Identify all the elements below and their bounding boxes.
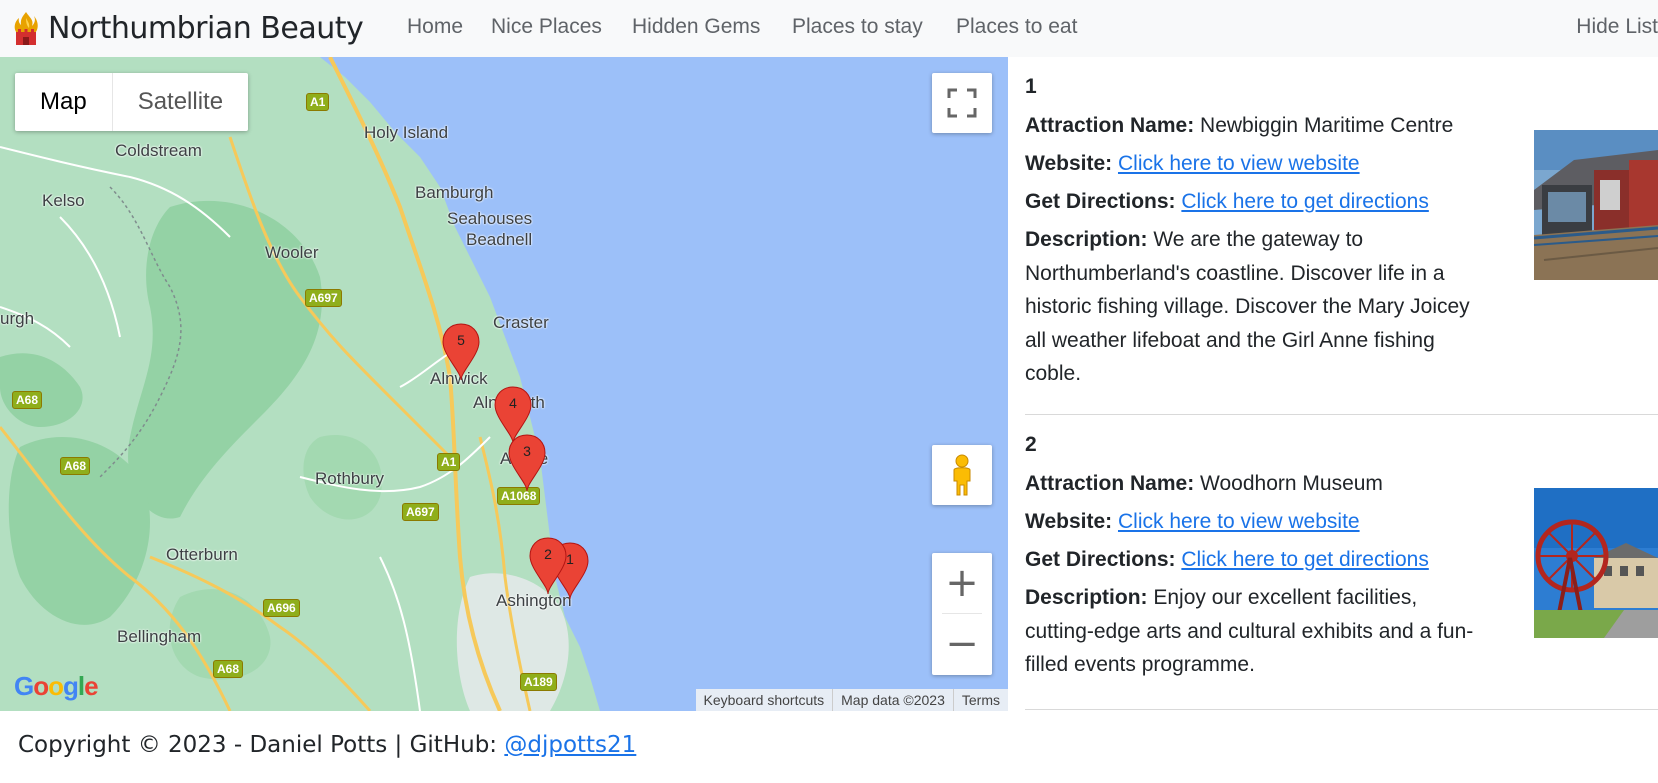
map-marker-2[interactable]: 2 bbox=[528, 536, 568, 596]
marker-label: 5 bbox=[457, 332, 465, 348]
map-label-otterburn: Otterburn bbox=[166, 545, 238, 564]
github-link[interactable]: @djpotts21 bbox=[504, 732, 636, 758]
map-label-rothbury: Rothbury bbox=[315, 469, 384, 488]
marker-label: 2 bbox=[544, 546, 552, 562]
hide-list-link[interactable]: Hide List bbox=[1576, 15, 1658, 39]
attraction-card: 1 Attraction Name: Newbiggin Maritime Ce… bbox=[1025, 75, 1658, 391]
website-label: Website: bbox=[1025, 510, 1113, 533]
map-label-seahouses: Seahouses bbox=[447, 209, 533, 228]
attraction-card: 2 Attraction Name: Woodhorn Museum Websi… bbox=[1025, 433, 1658, 682]
map[interactable]: Holy Island Coldstream Kelso Bamburgh Se… bbox=[0, 57, 1008, 711]
zoom-control: + − bbox=[932, 553, 992, 675]
website-link[interactable]: Click here to view website bbox=[1118, 510, 1360, 533]
fullscreen-button[interactable] bbox=[932, 73, 992, 133]
fullscreen-icon bbox=[947, 88, 977, 118]
castle-flame-logo-icon bbox=[14, 12, 38, 45]
map-label-craster: Craster bbox=[493, 313, 549, 332]
terms-link[interactable]: Terms bbox=[952, 689, 1008, 711]
road-shield-a696: A696 bbox=[263, 599, 300, 617]
marker-pin-icon bbox=[508, 434, 546, 492]
marker-pin-icon bbox=[442, 323, 480, 381]
road-shield-a189: A189 bbox=[520, 673, 557, 691]
attraction-name: Newbiggin Maritime Centre bbox=[1200, 114, 1454, 137]
marker-label: 3 bbox=[523, 443, 531, 459]
marker-pin-icon bbox=[529, 537, 567, 595]
description-label: Description: bbox=[1025, 228, 1148, 251]
description-text: We are the gateway to Northumberland's c… bbox=[1025, 228, 1470, 385]
road-shield-a68: A68 bbox=[12, 391, 43, 409]
attraction-photo bbox=[1534, 488, 1658, 638]
pegman-icon bbox=[953, 454, 971, 496]
road-shield-a697: A697 bbox=[305, 289, 342, 307]
attraction-number: 2 bbox=[1025, 433, 1037, 456]
map-label-bamburgh: Bamburgh bbox=[415, 183, 494, 202]
road-shield-a1: A1 bbox=[306, 93, 330, 111]
road-shield-a1-2: A1 bbox=[437, 453, 461, 471]
marker-label: 4 bbox=[509, 395, 517, 411]
nav-hidden-gems[interactable]: Hidden Gems bbox=[632, 15, 760, 39]
nav-home[interactable]: Home bbox=[407, 15, 463, 39]
road-shield-a68-2: A68 bbox=[60, 457, 91, 475]
attraction-name: Woodhorn Museum bbox=[1200, 472, 1383, 495]
brand[interactable]: Northumbrian Beauty bbox=[12, 8, 364, 48]
street-view-pegman-button[interactable] bbox=[932, 445, 992, 505]
website-row: Website: Click here to view website bbox=[1025, 147, 1485, 180]
attraction-name-label: Attraction Name: bbox=[1025, 472, 1195, 495]
road-shield-a697-2: A697 bbox=[402, 503, 439, 521]
directions-label: Get Directions: bbox=[1025, 190, 1176, 213]
keyboard-shortcuts-button[interactable]: Keyboard shortcuts bbox=[696, 689, 833, 711]
map-label-bellingham: Bellingham bbox=[117, 627, 202, 646]
map-marker-5[interactable]: 5 bbox=[441, 322, 481, 382]
list-divider bbox=[1025, 414, 1658, 415]
list-divider bbox=[1025, 709, 1658, 710]
directions-link[interactable]: Click here to get directions bbox=[1181, 548, 1428, 571]
description-row: Description: Enjoy our excellent facilit… bbox=[1025, 581, 1485, 682]
navbar: Northumbrian Beauty Home Nice Places Hid… bbox=[0, 0, 1658, 57]
website-row: Website: Click here to view website bbox=[1025, 505, 1485, 538]
map-attribution: Keyboard shortcuts Map data ©2023 Terms bbox=[695, 689, 1008, 711]
map-label-urgh: urgh bbox=[0, 309, 35, 328]
zoom-in-button[interactable]: + bbox=[932, 553, 992, 613]
attraction-number: 1 bbox=[1025, 75, 1037, 98]
map-data-text: Map data ©2023 bbox=[832, 689, 953, 711]
nav-places-to-eat[interactable]: Places to eat bbox=[956, 15, 1077, 39]
map-label-wooler: Wooler bbox=[265, 243, 319, 262]
description-label: Description: bbox=[1025, 586, 1148, 609]
footer: Copyright © 2023 - Daniel Potts | GitHub… bbox=[18, 732, 636, 758]
road-shield-a68-3: A68 bbox=[213, 660, 244, 678]
nav-nice-places[interactable]: Nice Places bbox=[491, 15, 602, 39]
footer-copyright: Copyright © 2023 - Daniel Potts | GitHub… bbox=[18, 732, 505, 758]
website-link[interactable]: Click here to view website bbox=[1118, 152, 1360, 175]
attraction-name-row: Attraction Name: Newbiggin Maritime Cent… bbox=[1025, 109, 1485, 142]
map-label-beadnell: Beadnell bbox=[466, 230, 533, 249]
directions-row: Get Directions: Click here to get direct… bbox=[1025, 185, 1485, 218]
directions-label: Get Directions: bbox=[1025, 548, 1176, 571]
google-logo[interactable]: Google bbox=[14, 671, 99, 702]
directions-row: Get Directions: Click here to get direct… bbox=[1025, 543, 1485, 576]
map-type-control: Map Satellite bbox=[15, 73, 249, 131]
map-marker-3[interactable]: 3 bbox=[507, 433, 547, 493]
zoom-out-button[interactable]: − bbox=[932, 614, 992, 674]
attraction-name-row: Attraction Name: Woodhorn Museum bbox=[1025, 467, 1485, 500]
map-type-map-button[interactable]: Map bbox=[15, 73, 112, 131]
nav-places-to-stay[interactable]: Places to stay bbox=[792, 15, 923, 39]
map-label-kelso: Kelso bbox=[42, 191, 85, 210]
brand-title: Northumbrian Beauty bbox=[48, 10, 364, 46]
description-row: Description: We are the gateway to North… bbox=[1025, 223, 1485, 391]
map-label-coldstream: Coldstream bbox=[115, 141, 202, 160]
website-label: Website: bbox=[1025, 152, 1113, 175]
map-type-satellite-button[interactable]: Satellite bbox=[111, 73, 248, 131]
directions-link[interactable]: Click here to get directions bbox=[1181, 190, 1428, 213]
attraction-name-label: Attraction Name: bbox=[1025, 114, 1195, 137]
map-label-holy-island: Holy Island bbox=[364, 123, 449, 142]
attraction-list: 1 Attraction Name: Newbiggin Maritime Ce… bbox=[1008, 57, 1658, 711]
attraction-photo bbox=[1534, 130, 1658, 280]
